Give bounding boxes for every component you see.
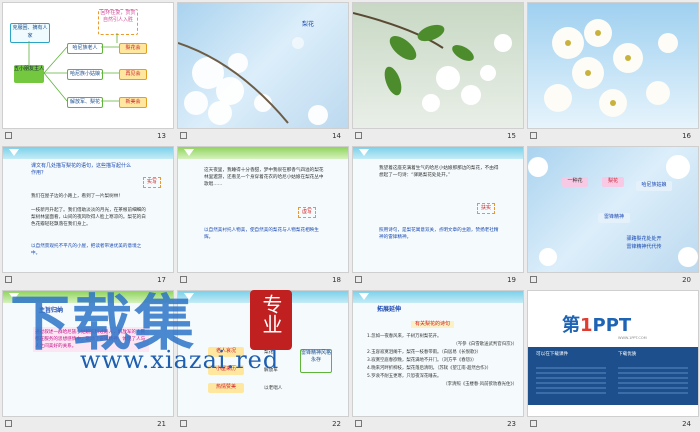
s20-footer-line1: 驿路梨花处处开	[626, 236, 662, 242]
1ppt-col2: 下载优质	[618, 352, 637, 357]
poem-line: 1.忽如一夜春风来，千树万树梨花开。	[367, 334, 442, 339]
slide-number: 23	[507, 420, 516, 428]
slide17-tag: 实写	[143, 177, 162, 188]
slide-13[interactable]: 克服困、摘有人家 五小朋友主人 回环往复，赏赏自然引人入胜 哈尼族老人 哈尼族小…	[2, 2, 174, 129]
slide-caption: 20	[527, 272, 699, 288]
poem-line: 3.寂寞空庭春欲晚，梨花满地不开门。（刘方平《春怨》）	[367, 358, 477, 363]
photo-label: 梨花	[302, 21, 315, 28]
slide-caption: 15	[352, 128, 524, 144]
1ppt-footer-panel: 可以在下载课件 下载优质	[528, 347, 698, 405]
map-connectors	[28, 33, 119, 102]
poem-line: 2.玉容寂寞泪阑干，梨花一枝春带雨。（白居易《长恨歌》）	[367, 350, 481, 355]
slide-number: 14	[332, 132, 341, 140]
slide-number: 19	[507, 276, 516, 284]
s20-footer: 驿路梨花处处开 雷锋精神代代传	[614, 235, 674, 251]
s20-box4: 雷锋精神	[598, 213, 630, 223]
s22-c: 热情赞美	[208, 383, 244, 393]
slide18-p2: 以自然美衬托人物美，使自然美的梨花与人物梨花相映生辉。	[204, 228, 319, 240]
slide19-p2: 照用诗句，是梨花寓意双关，点明文章的主题，赞扬老社精神的雷锋精神。	[379, 228, 499, 240]
blossom-closeup-photo	[544, 19, 678, 117]
slide23-sub: 有关梨花的诗句	[411, 321, 455, 328]
slide-caption: 23	[352, 416, 524, 432]
slide17-question: 课文有几处描写梨花的语句，这些描写起什么作用？	[31, 163, 132, 176]
slide-number: 20	[682, 276, 691, 284]
poem-line: 5.罗衾不耐五更寒，只恐夜深花睡去。	[367, 374, 442, 379]
slide17-p2: 一枝新月升起了。我们借助淡淡的月光，在茶根前细细的梨树林里面看，山间的夜风吹得人…	[31, 208, 146, 227]
slide17-p1: 我们在屋子边的小路上，看到了一片梨树林！	[31, 194, 123, 199]
slide-transition-icon	[355, 276, 362, 283]
slide-caption: 21	[2, 416, 174, 432]
slide-number: 18	[332, 276, 341, 284]
slide-number: 16	[682, 132, 691, 140]
slide-16[interactable]	[527, 2, 699, 129]
blossom-leaves-photo	[353, 12, 512, 112]
watermark-seal-text: 专业	[259, 294, 283, 334]
slide-caption: 24	[527, 416, 699, 432]
slide-18[interactable]: 这天夜里，我睡得十分香甜，梦中我很在那香气四溢的梨花林里遨游，还看见一个身穿着花…	[177, 146, 349, 273]
s22-c2: 以老唱人	[264, 386, 283, 391]
slide-transition-icon	[355, 132, 362, 139]
slide-24[interactable]: 第1PPT WWW.1PPT.COM 可以在下载课件 下载优质	[527, 290, 699, 417]
slide-transition-icon	[180, 132, 187, 139]
slide-caption: 16	[527, 128, 699, 144]
slide-transition-icon	[5, 132, 12, 139]
1ppt-tagline: WWW.1PPT.COM	[618, 336, 647, 340]
pear-blossom-photo	[178, 37, 328, 125]
slide-caption: 13	[2, 128, 174, 144]
slide18-p1: 这天夜里，我睡得十分香甜，梦中我很在那香气四溢的梨花林里遨游，还看见一个身穿着花…	[204, 168, 324, 187]
slide-23[interactable]: 拓展延伸 有关梨花的诗句 1.忽如一夜春风来，千树万树梨花开。 （岑参《白雪歌送武…	[352, 290, 524, 417]
slide-number: 24	[682, 420, 691, 428]
poem-line: （岑参《白雪歌送武判官归京》）	[453, 342, 517, 347]
slide-15[interactable]	[352, 2, 524, 129]
s20-box3: 哈尼族姑娘	[636, 181, 672, 191]
slide23-title: 拓展延伸	[377, 306, 402, 313]
1ppt-logo: 第1PPT	[562, 315, 632, 336]
slide-14[interactable]: 梨花	[177, 2, 349, 129]
slide-19[interactable]: 我望着这座充满着生气的哈尼小姑娘那那边的梨花，不由得想起了一句诗：“驿路梨花处处…	[352, 146, 524, 273]
slide20-blossoms	[528, 155, 698, 267]
slide-number: 22	[332, 420, 341, 428]
slide19-tag: 扶实	[477, 203, 496, 214]
slide-transition-icon	[530, 276, 537, 283]
slide-transition-icon	[530, 132, 537, 139]
s20-box1: 一种花	[562, 177, 588, 187]
slide-number: 21	[157, 420, 166, 428]
slide23-poem-list: 1.忽如一夜春风来，千树万树梨花开。 （岑参《白雪歌送武判官归京》） 2.玉容寂寞泪…	[367, 333, 517, 389]
slide-caption: 18	[177, 272, 349, 288]
s20-box2: 梨花	[602, 177, 624, 187]
poem-line: （李清照《玉楼春·风前欲劝春光住》）	[443, 382, 517, 387]
slide-transition-icon	[355, 420, 362, 427]
slide-transition-icon	[5, 420, 12, 427]
1ppt-col1: 可以在下载课件	[536, 352, 569, 357]
slide-caption: 22	[177, 416, 349, 432]
slide-transition-icon	[180, 420, 187, 427]
s22-right: 雷锋精神风格永存	[300, 349, 332, 373]
s20-footer-line2: 雷锋精神代代传	[626, 244, 662, 250]
slide-20[interactable]: 一种花 梨花 哈尼族姑娘 雷锋精神 驿路梨花处处开 雷锋精神代代传	[527, 146, 699, 273]
slide19-p1: 我望着这座充满着生气的哈尼小姑娘那那边的梨花，不由得想起了一句诗：“驿路梨花处处…	[379, 166, 499, 178]
slide-17[interactable]: 课文有几处描写梨花的语句，这些描写起什么作用？ 实写 我们在屋子边的小路上，看到…	[2, 146, 174, 273]
slide17-p3: 以自然景观托不平凡的小屋，把读者带进优美的意境之中。	[31, 244, 142, 256]
watermark-seal: 专业	[250, 290, 292, 350]
slide-caption: 14	[177, 128, 349, 144]
slide18-tag: 虚写	[298, 207, 317, 218]
poem-line: 4.晚来河畔折柳枝，梨花落后清明。（苏轼《望江南·超然台作》）	[367, 366, 492, 371]
slide-caption: 19	[352, 272, 524, 288]
slide-transition-icon	[530, 420, 537, 427]
slide-number: 15	[507, 132, 516, 140]
watermark-url: www.xiazai.red	[80, 346, 280, 374]
slide-number: 13	[157, 132, 166, 140]
